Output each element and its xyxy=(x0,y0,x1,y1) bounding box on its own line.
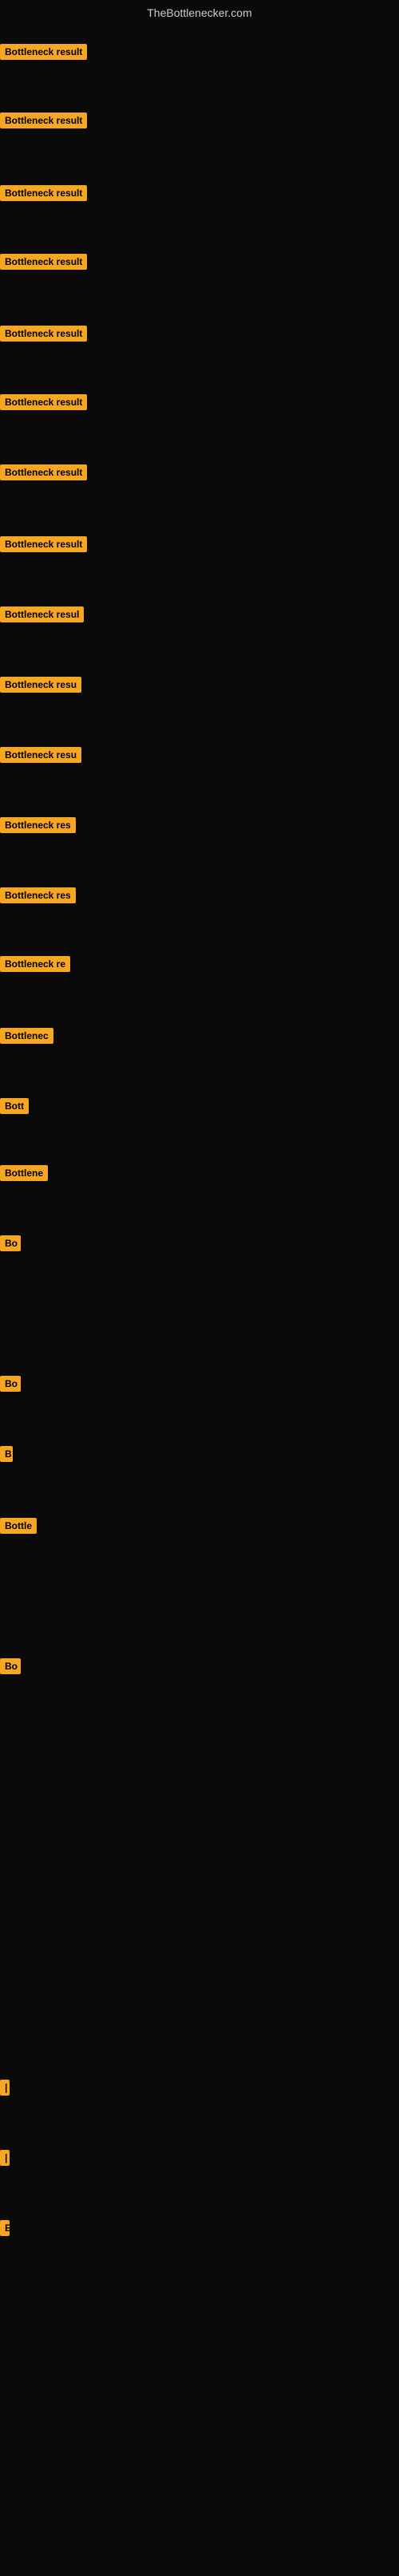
bottleneck-badge-7[interactable]: Bottleneck result xyxy=(0,464,87,480)
bottleneck-badge-4[interactable]: Bottleneck result xyxy=(0,254,87,270)
bottleneck-badge-8[interactable]: Bottleneck result xyxy=(0,536,87,552)
bottleneck-badge-6[interactable]: Bottleneck result xyxy=(0,394,87,410)
bottleneck-badge-3[interactable]: Bottleneck result xyxy=(0,185,87,201)
bottleneck-badge-1[interactable]: Bottleneck result xyxy=(0,44,87,60)
bottleneck-badge-13[interactable]: Bottleneck res xyxy=(0,887,76,903)
bottleneck-badge-14[interactable]: Bottleneck re xyxy=(0,956,70,972)
bottleneck-badge-17[interactable]: Bottlene xyxy=(0,1165,48,1181)
bottleneck-badge-22[interactable]: Bo xyxy=(0,1658,21,1674)
bottleneck-badge-20[interactable]: B xyxy=(0,1446,13,1462)
bottleneck-badge-10[interactable]: Bottleneck resu xyxy=(0,677,81,693)
site-title: TheBottlenecker.com xyxy=(0,0,399,22)
bottleneck-badge-11[interactable]: Bottleneck resu xyxy=(0,747,81,763)
bottleneck-badge-18[interactable]: Bo xyxy=(0,1235,21,1251)
bottleneck-badge-16[interactable]: Bott xyxy=(0,1098,29,1114)
bottleneck-badge-19[interactable]: Bo xyxy=(0,1376,21,1392)
bottleneck-badge-5[interactable]: Bottleneck result xyxy=(0,326,87,342)
bottleneck-badge-24[interactable]: | xyxy=(0,2150,10,2166)
bottleneck-badge-9[interactable]: Bottleneck resul xyxy=(0,606,84,622)
bottleneck-badge-25[interactable]: E xyxy=(0,2220,10,2236)
bottleneck-badge-2[interactable]: Bottleneck result xyxy=(0,113,87,128)
bottleneck-badge-23[interactable]: | xyxy=(0,2080,10,2096)
bottleneck-badge-15[interactable]: Bottlenec xyxy=(0,1028,53,1044)
bottleneck-badge-12[interactable]: Bottleneck res xyxy=(0,817,76,833)
bottleneck-badge-21[interactable]: Bottle xyxy=(0,1518,37,1534)
